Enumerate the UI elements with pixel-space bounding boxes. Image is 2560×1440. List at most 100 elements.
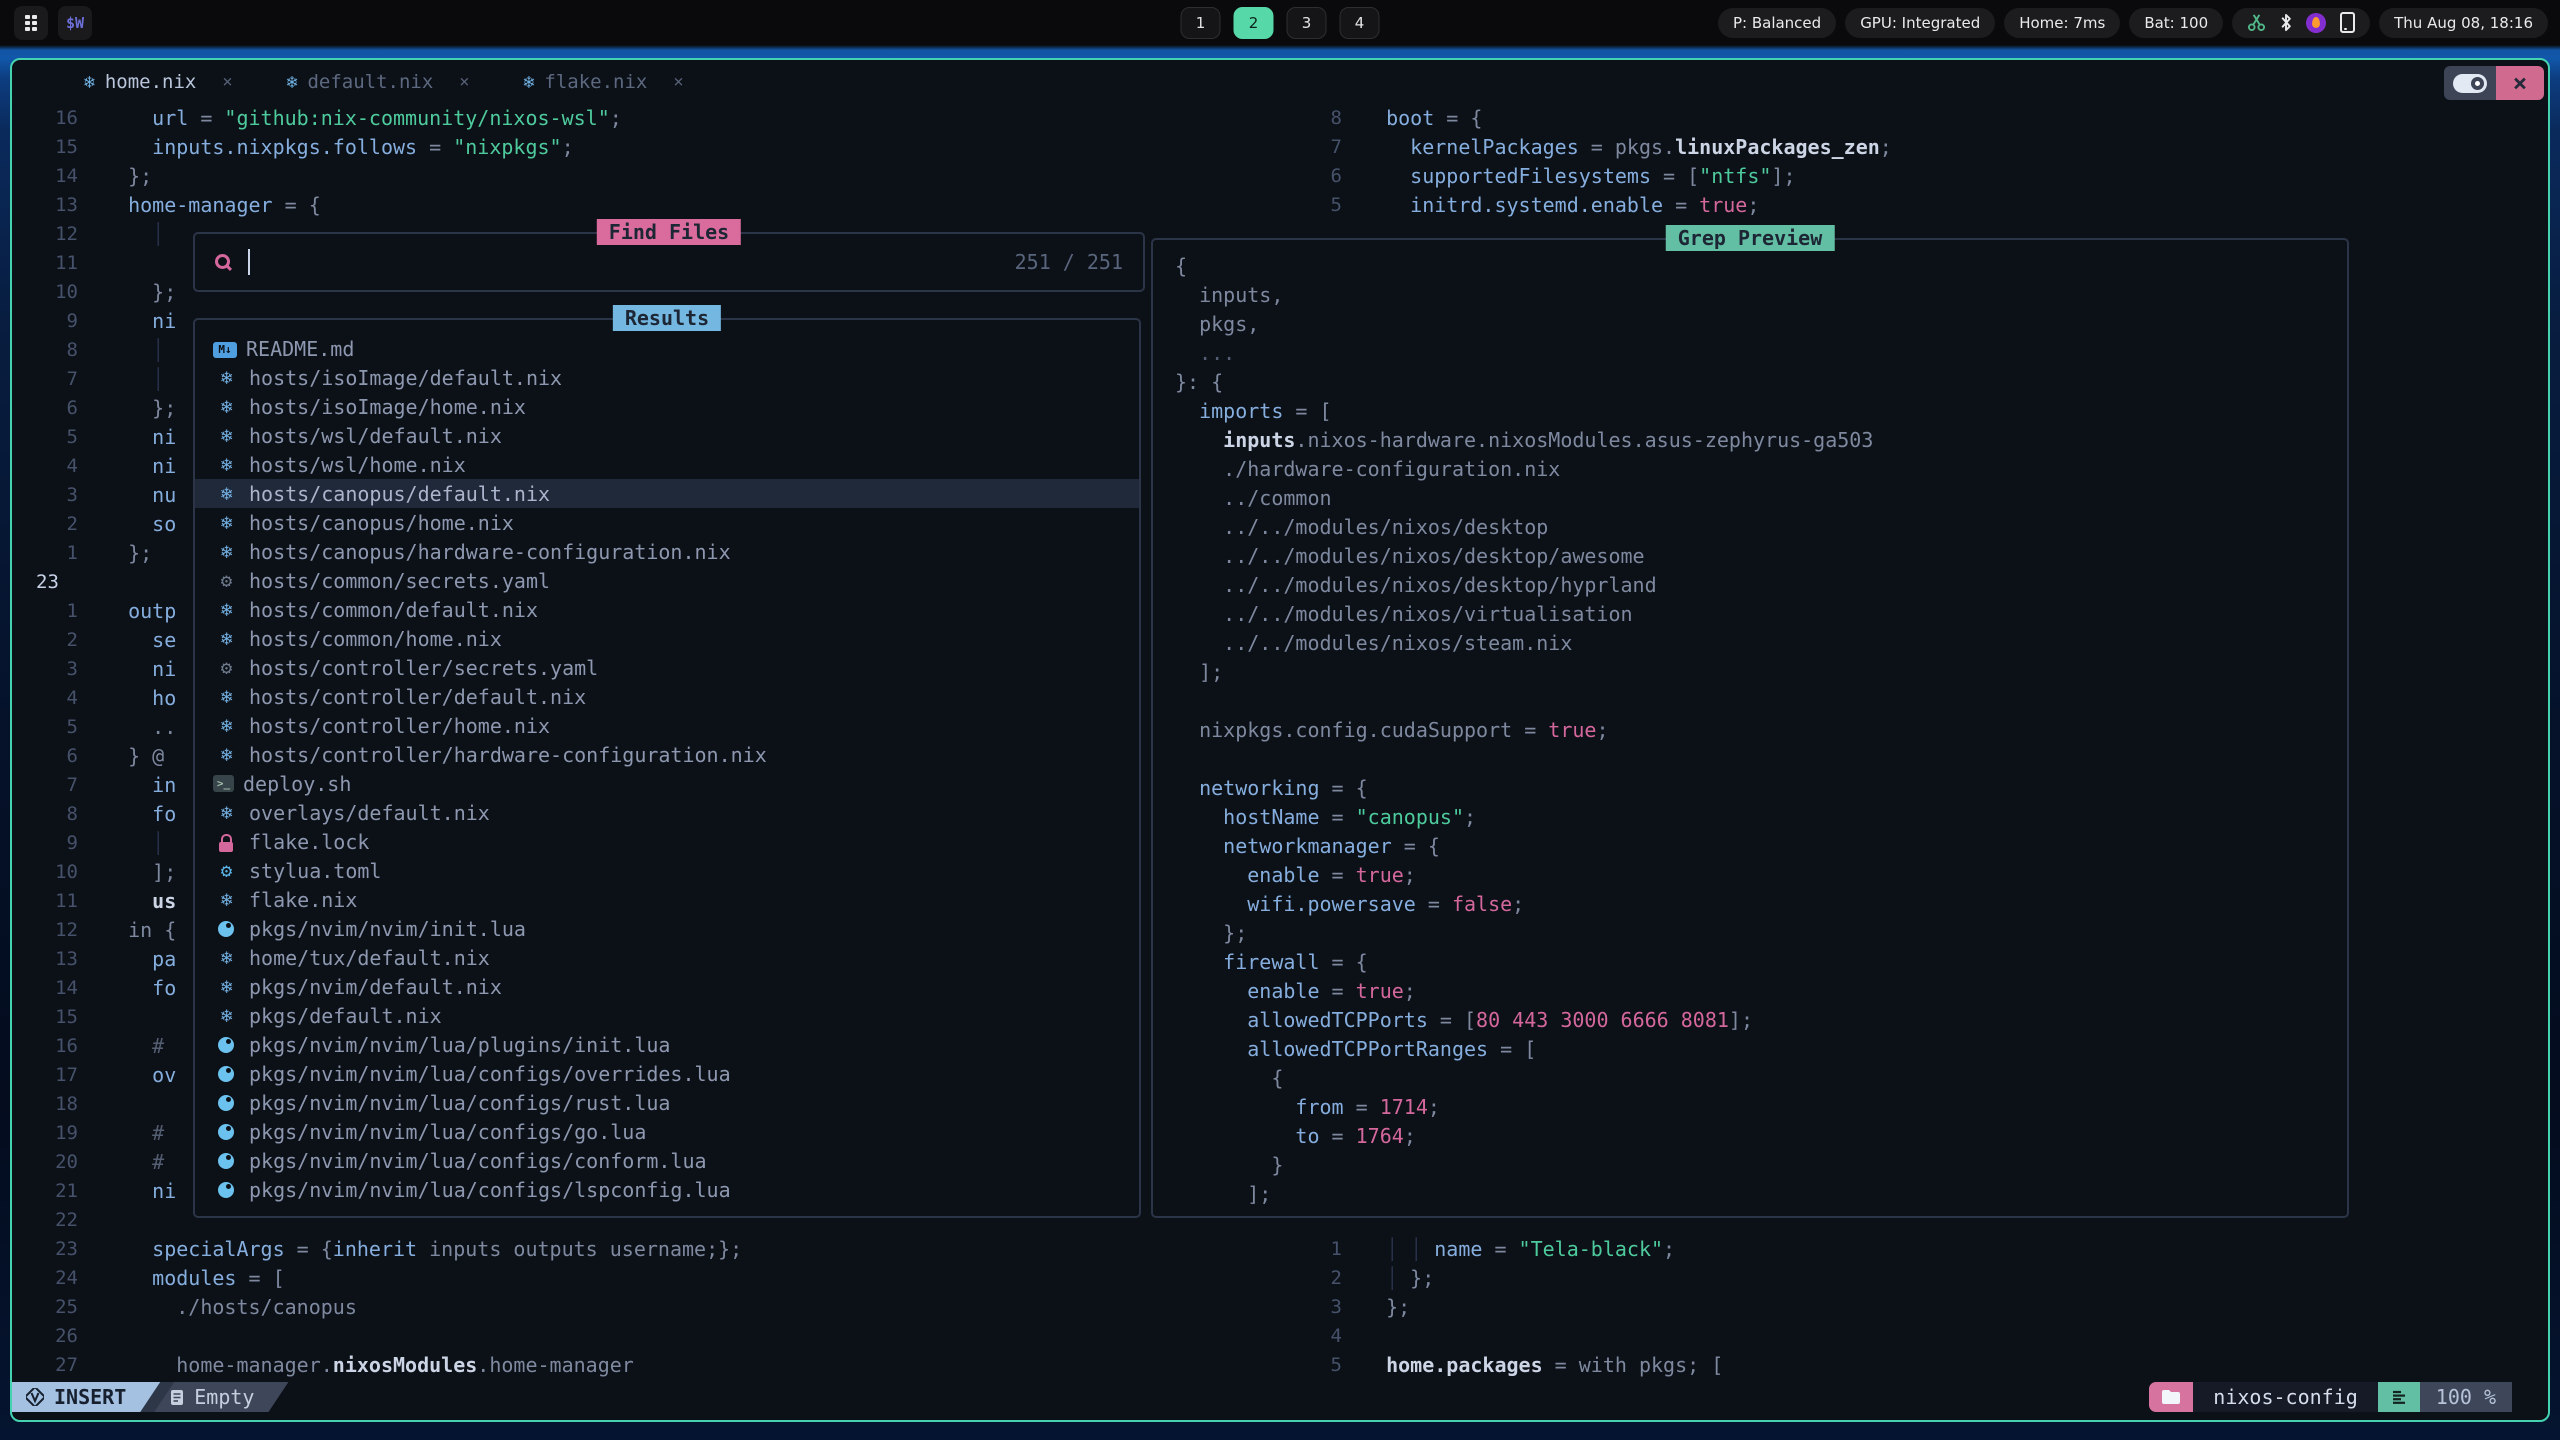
nix-flame-icon[interactable]	[2306, 13, 2326, 33]
nix-file-icon: ❄	[213, 946, 240, 970]
preview-line: to = 1764;	[1175, 1122, 2347, 1151]
grep-preview-content: { inputs, pkgs, ...}: { imports = [ inpu…	[1175, 252, 2347, 1209]
result-path-label: pkgs/nvim/nvim/lua/configs/rust.lua	[249, 1091, 670, 1115]
finder-result-row[interactable]: flake.lock	[195, 827, 1139, 856]
finder-result-row[interactable]: ❄hosts/common/default.nix	[195, 595, 1139, 624]
tab-close-icon[interactable]: ×	[459, 72, 469, 92]
right-editor-pane-bottom[interactable]: 1 │ │ name = "Tela-black";2 │ };3 };45 h…	[1312, 1235, 2542, 1380]
finder-result-row[interactable]: pkgs/nvim/nvim/lua/configs/go.lua	[195, 1117, 1139, 1146]
result-path-label: hosts/controller/secrets.yaml	[249, 656, 598, 680]
result-path-label: pkgs/nvim/nvim/lua/configs/go.lua	[249, 1120, 646, 1144]
apps-grid-icon	[22, 14, 40, 32]
finder-result-row[interactable]: pkgs/nvim/nvim/lua/configs/lspconfig.lua	[195, 1175, 1139, 1204]
tab-close-icon[interactable]: ×	[222, 72, 232, 92]
statusline-right: nixos-config 100 %	[2149, 1382, 2512, 1412]
preview-line: ../common	[1175, 484, 2347, 513]
preview-line: allowedTCPPortRanges = [	[1175, 1035, 2347, 1064]
finder-result-row[interactable]: ❄hosts/wsl/home.nix	[195, 450, 1139, 479]
find-files-title: Find Files	[597, 219, 741, 245]
terminal-launcher-button[interactable]: $W	[58, 6, 92, 40]
workspace-button-4[interactable]: 4	[1340, 7, 1380, 39]
finder-result-row[interactable]: ❄hosts/controller/default.nix	[195, 682, 1139, 711]
preview-line: }: {	[1175, 368, 2347, 397]
tab-home.nix[interactable]: ❄home.nix×	[84, 71, 233, 93]
gpu-pill[interactable]: GPU: Integrated	[1845, 8, 1995, 38]
finder-result-row[interactable]: ⚙hosts/common/secrets.yaml	[195, 566, 1139, 595]
code-row: 5 initrd.systemd.enable = true;	[1312, 191, 2542, 220]
finder-result-row[interactable]: ❄pkgs/nvim/default.nix	[195, 972, 1139, 1001]
right-editor-pane-top[interactable]: 8 boot = {7 kernelPackages = pkgs.linuxP…	[1312, 104, 2542, 220]
finder-result-row[interactable]: ❄hosts/canopus/home.nix	[195, 508, 1139, 537]
finder-result-row[interactable]: pkgs/nvim/nvim/lua/configs/rust.lua	[195, 1088, 1139, 1117]
network-icon[interactable]	[2247, 13, 2266, 32]
finder-result-row[interactable]: ❄flake.nix	[195, 885, 1139, 914]
file-status-label: Empty	[194, 1385, 254, 1409]
finder-result-row[interactable]: pkgs/nvim/nvim/init.lua	[195, 914, 1139, 943]
workspace-switcher: 1234	[1181, 7, 1380, 39]
finder-result-row[interactable]: ⚙stylua.toml	[195, 856, 1139, 885]
home-latency-pill[interactable]: Home: 7ms	[2004, 8, 2120, 38]
preview-line: ];	[1175, 1180, 2347, 1209]
lua-file-icon	[213, 1178, 240, 1202]
battery-pill[interactable]: Bat: 100	[2129, 8, 2223, 38]
nix-file-icon: ❄	[213, 1004, 240, 1028]
window-close-button[interactable]: ×	[2496, 66, 2544, 100]
finder-result-row[interactable]: ❄hosts/wsl/default.nix	[195, 421, 1139, 450]
preview-line	[1175, 745, 2347, 774]
result-path-label: flake.nix	[249, 888, 357, 912]
preview-line: ../../modules/nixos/virtualisation	[1175, 600, 2347, 629]
finder-result-row[interactable]: ❄home/tux/default.nix	[195, 943, 1139, 972]
finder-result-row[interactable]: pkgs/nvim/nvim/lua/configs/overrides.lua	[195, 1059, 1139, 1088]
scroll-percent-label: 100 %	[2436, 1385, 2496, 1409]
finder-result-row[interactable]: ❄overlays/default.nix	[195, 798, 1139, 827]
code-row: 15 inputs.nixpkgs.follows = "nixpkgs";	[12, 133, 1294, 162]
scroll-icon-segment	[2378, 1382, 2420, 1412]
code-row: 7 kernelPackages = pkgs.linuxPackages_ze…	[1312, 133, 2542, 162]
preview-line: {	[1175, 252, 2347, 281]
workspace-button-3[interactable]: 3	[1287, 7, 1327, 39]
finder-result-row[interactable]: M↓README.md	[195, 334, 1139, 363]
apps-grid-button[interactable]	[14, 6, 48, 40]
mode-label: INSERT	[54, 1385, 126, 1409]
finder-result-row[interactable]: ❄hosts/canopus/hardware-configuration.ni…	[195, 537, 1139, 566]
workspace-button-1[interactable]: 1	[1181, 7, 1221, 39]
finder-result-row[interactable]: >_deploy.sh	[195, 769, 1139, 798]
code-row: 14 };	[12, 162, 1294, 191]
project-name-label: nixos-config	[2213, 1385, 2358, 1409]
tab-close-icon[interactable]: ×	[673, 72, 683, 92]
lua-file-icon	[213, 1091, 240, 1115]
finder-result-row[interactable]: ⚙hosts/controller/secrets.yaml	[195, 653, 1139, 682]
result-path-label: hosts/canopus/home.nix	[249, 511, 514, 535]
tab-default.nix[interactable]: ❄default.nix×	[287, 71, 470, 93]
search-icon	[215, 253, 232, 272]
code-row: 6 supportedFilesystems = ["ntfs"];	[1312, 162, 2542, 191]
finder-result-row[interactable]: ❄hosts/isoImage/home.nix	[195, 392, 1139, 421]
finder-result-row[interactable]: pkgs/nvim/nvim/lua/configs/conform.lua	[195, 1146, 1139, 1175]
clock-pill[interactable]: Thu Aug 08, 18:16	[2379, 8, 2548, 38]
lines-icon	[2391, 1390, 2407, 1405]
finder-result-row[interactable]: ❄hosts/canopus/default.nix	[195, 479, 1139, 508]
find-files-popup: Find Files 251 / 251	[193, 232, 1145, 292]
phone-icon[interactable]	[2340, 12, 2355, 33]
nix-file-icon: ❄	[213, 685, 240, 709]
finder-result-row[interactable]: pkgs/nvim/nvim/lua/plugins/init.lua	[195, 1030, 1139, 1059]
finder-result-row[interactable]: ❄hosts/isoImage/default.nix	[195, 363, 1139, 392]
clock-label: Thu Aug 08, 18:16	[2394, 14, 2533, 32]
terminal-launcher-label: $W	[66, 14, 84, 32]
tab-flake.nix[interactable]: ❄flake.nix×	[524, 71, 684, 93]
finder-result-row[interactable]: ❄hosts/common/home.nix	[195, 624, 1139, 653]
finder-results-list: M↓README.md❄hosts/isoImage/default.nix❄h…	[195, 334, 1139, 1204]
result-path-label: pkgs/nvim/nvim/lua/configs/conform.lua	[249, 1149, 707, 1173]
gpu-label: GPU: Integrated	[1860, 14, 1980, 32]
power-profile-pill[interactable]: P: Balanced	[1718, 8, 1836, 38]
workspace-button-2[interactable]: 2	[1234, 7, 1274, 39]
code-row: 13 home-manager = {	[12, 191, 1294, 220]
top-status-bar: $W 1234 P: Balanced GPU: Integrated Home…	[0, 0, 2560, 45]
finder-result-row[interactable]: ❄hosts/controller/hardware-configuration…	[195, 740, 1139, 769]
bluetooth-icon[interactable]	[2280, 13, 2292, 32]
finder-result-row[interactable]: ❄pkgs/default.nix	[195, 1001, 1139, 1030]
pin-toggle-button[interactable]	[2444, 66, 2496, 100]
code-row: 25 ./hosts/canopus	[12, 1293, 1294, 1322]
finder-result-row[interactable]: ❄hosts/controller/home.nix	[195, 711, 1139, 740]
preview-line: wifi.powersave = false;	[1175, 890, 2347, 919]
